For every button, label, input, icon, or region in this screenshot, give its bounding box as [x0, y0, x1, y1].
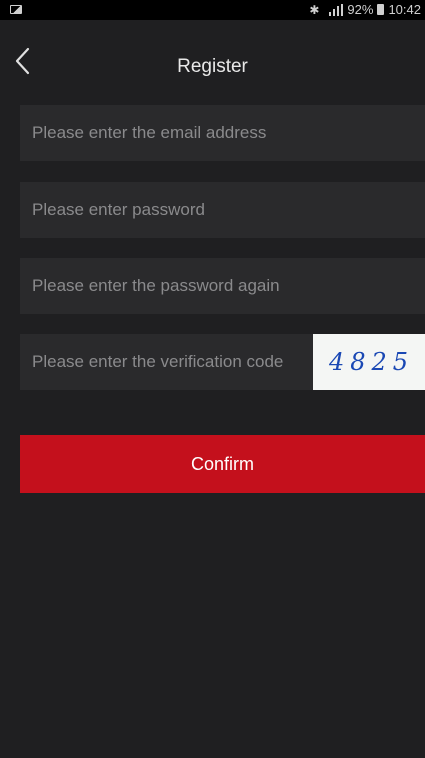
- password-field-container: [20, 182, 425, 238]
- battery-icon: [377, 4, 385, 15]
- captcha-image[interactable]: 4825: [313, 334, 425, 390]
- signal-icon: [323, 3, 344, 16]
- verification-code-field[interactable]: [20, 334, 313, 390]
- header: Register: [0, 20, 425, 104]
- gallery-icon: [10, 5, 22, 14]
- password-again-field-container: [20, 258, 425, 314]
- clock: 10:42: [388, 2, 421, 17]
- verification-field-container: [20, 334, 313, 390]
- confirm-button[interactable]: Confirm: [20, 435, 425, 493]
- email-field[interactable]: [20, 105, 425, 161]
- page-title: Register: [177, 56, 248, 77]
- battery-percent: 92%: [347, 2, 374, 17]
- status-icons: ✱ 92% 10:42: [309, 2, 421, 17]
- status-bar: ✱ 92% 10:42: [0, 0, 425, 20]
- password-again-field[interactable]: [20, 258, 425, 314]
- password-field[interactable]: [20, 182, 425, 238]
- bluetooth-icon: ✱: [309, 2, 320, 17]
- captcha-text: 4825: [329, 348, 415, 376]
- email-field-container: [20, 105, 425, 161]
- register-screen: ✱ 92% 10:42 Register 48: [0, 0, 425, 758]
